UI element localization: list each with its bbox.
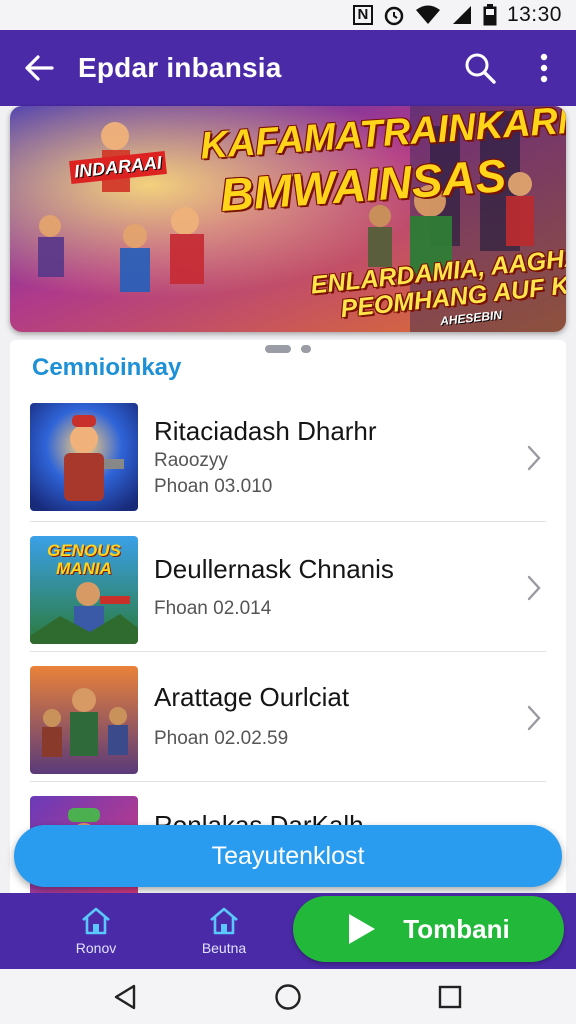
battery-icon bbox=[483, 4, 497, 26]
system-back-button[interactable] bbox=[90, 969, 160, 1024]
play-icon bbox=[349, 914, 376, 944]
nav-item-beutna[interactable]: Beutna bbox=[174, 893, 274, 969]
nav-item-label: Ronov bbox=[75, 940, 117, 956]
signal-icon bbox=[451, 5, 473, 25]
carousel-dot-active[interactable] bbox=[265, 345, 291, 353]
back-button[interactable] bbox=[0, 30, 78, 106]
app-screen: N 13:30 Epdar inbansia KAFAMATRAINKARM B… bbox=[0, 0, 576, 1024]
search-button[interactable] bbox=[448, 30, 512, 106]
system-navigation-bar bbox=[0, 969, 576, 1024]
game-meta: Raoozyy bbox=[154, 450, 228, 471]
carousel-dot[interactable] bbox=[301, 345, 311, 353]
play-button[interactable]: Tombani bbox=[293, 896, 564, 962]
game-thumbnail: GENOUS MANIA bbox=[30, 536, 138, 644]
game-list-item[interactable]: Ritaciadash Dharhr Raoozyy Phoan 03.010 bbox=[30, 394, 546, 522]
game-price: Fhoan 02.014 bbox=[154, 598, 272, 619]
game-list-item[interactable]: GENOUS MANIA Deullernask Chnanis Fhoan 0… bbox=[30, 524, 546, 652]
carousel-indicator bbox=[0, 345, 576, 353]
play-button-label: Tombani bbox=[403, 913, 510, 944]
status-time: 13:30 bbox=[506, 3, 562, 26]
nav-item-label: Beutna bbox=[201, 940, 247, 956]
back-triangle-icon bbox=[114, 984, 136, 1009]
status-bar: N 13:30 bbox=[0, 0, 576, 30]
app-bar: Epdar inbansia bbox=[0, 30, 576, 106]
home-icon bbox=[210, 907, 238, 935]
recents-square-icon bbox=[438, 985, 462, 1008]
alarm-icon bbox=[383, 4, 405, 26]
chevron-right-icon bbox=[522, 698, 546, 738]
thumbnail-logo-text: GENOUS MANIA bbox=[47, 541, 121, 578]
game-thumbnail bbox=[30, 403, 138, 511]
home-circle-icon bbox=[275, 983, 301, 1010]
system-home-button[interactable] bbox=[253, 969, 323, 1024]
game-price: Phoan 02.02.59 bbox=[154, 728, 289, 749]
chevron-right-icon bbox=[522, 438, 546, 478]
promo-banner[interactable]: KAFAMATRAINKARM BMWAINSAS ENLARDAMIA, AA… bbox=[10, 106, 566, 332]
nav-item-ronov[interactable]: Ronov bbox=[46, 893, 146, 969]
chevron-right-icon bbox=[522, 568, 546, 608]
system-recents-button[interactable] bbox=[415, 969, 485, 1024]
game-price: Phoan 03.010 bbox=[154, 476, 273, 497]
more-vert-icon bbox=[540, 53, 548, 83]
wifi-icon bbox=[415, 5, 441, 25]
section-title: Cemnioinkay bbox=[32, 354, 182, 381]
floating-action-button[interactable]: Teayutenklost bbox=[14, 825, 562, 887]
game-thumbnail bbox=[30, 666, 138, 774]
game-list-item[interactable]: Arattage Ourlciat Phoan 02.02.59 bbox=[30, 654, 546, 782]
game-title: Deullernask Chnanis bbox=[154, 554, 394, 584]
game-title: Arattage Ourlciat bbox=[154, 682, 350, 712]
more-options-button[interactable] bbox=[512, 30, 576, 106]
search-icon bbox=[465, 53, 496, 84]
back-arrow-icon bbox=[25, 55, 54, 81]
game-title: Ritaciadash Dharhr bbox=[154, 416, 377, 446]
n-icon: N bbox=[352, 5, 373, 25]
page-title: Epdar inbansia bbox=[78, 52, 282, 83]
home-icon bbox=[82, 907, 110, 935]
